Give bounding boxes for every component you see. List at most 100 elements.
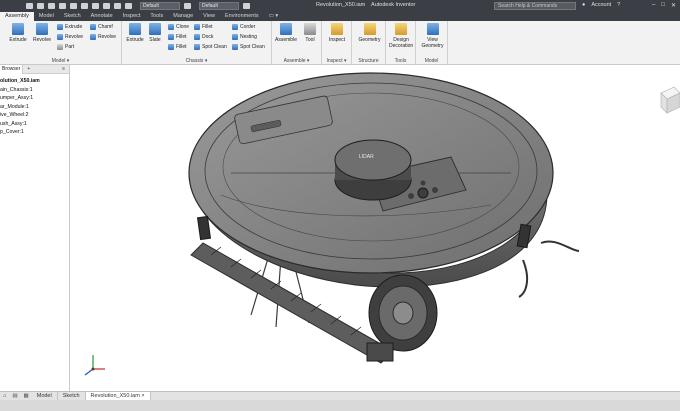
extrude-button[interactable]: Extrude bbox=[7, 23, 29, 43]
tab-tile-icon[interactable]: ▦ bbox=[21, 393, 32, 399]
revolve-button[interactable]: Revolve bbox=[31, 23, 53, 43]
extrude-small-icon bbox=[57, 23, 63, 30]
small-revolve-label: Revolve bbox=[65, 33, 84, 40]
tree-item[interactable]: ive_Wheel:2 bbox=[0, 111, 69, 120]
clone-label: Clone bbox=[176, 23, 190, 30]
spot-clean-label: Spot Clean bbox=[202, 43, 227, 50]
revolve-small-icon bbox=[57, 33, 63, 40]
inspect-button[interactable]: Inspect bbox=[326, 23, 348, 43]
tab-list-icon[interactable]: ▤ bbox=[9, 393, 20, 399]
home-tab-icon[interactable]: ⌂ bbox=[0, 393, 9, 399]
assemble-button[interactable]: Assemble bbox=[275, 23, 297, 43]
revolve2-button[interactable]: Revolve bbox=[90, 33, 116, 40]
home-icon[interactable] bbox=[81, 3, 88, 9]
assemble-icon bbox=[280, 23, 292, 35]
tool-icon bbox=[304, 23, 316, 35]
tab-options-icon[interactable]: ▭ ▾ bbox=[264, 12, 284, 21]
user-icon[interactable]: ● bbox=[582, 2, 585, 8]
add-tab-icon[interactable]: + bbox=[23, 66, 34, 72]
update-icon[interactable] bbox=[125, 3, 132, 9]
nesting-button[interactable]: Nesting bbox=[232, 33, 257, 40]
fillet2-button[interactable]: Fillet bbox=[168, 43, 187, 50]
redo-icon[interactable] bbox=[70, 3, 77, 9]
inspect-label: Inspect bbox=[328, 37, 346, 43]
appearance-icon[interactable] bbox=[184, 3, 191, 9]
browser-tab[interactable]: Browser bbox=[0, 64, 24, 74]
tree-item[interactable]: ain_Chassis:1 bbox=[0, 86, 69, 95]
tab-tools[interactable]: Tools bbox=[145, 12, 168, 21]
save-icon[interactable] bbox=[48, 3, 55, 9]
spot-clean-button[interactable]: Spot Clean bbox=[194, 43, 227, 50]
revolve2-icon bbox=[90, 33, 96, 40]
fillet-button[interactable]: Fillet bbox=[168, 33, 187, 40]
chamfer-button[interactable]: Chamf bbox=[90, 23, 113, 30]
tree-item[interactable]: p_Cover:1 bbox=[0, 128, 69, 137]
minimize-icon[interactable]: – bbox=[652, 2, 655, 9]
viewcube[interactable] bbox=[660, 86, 680, 114]
spot-clean2-button[interactable]: Spot Clean bbox=[232, 43, 265, 50]
new-icon[interactable] bbox=[26, 3, 33, 9]
open-icon[interactable] bbox=[37, 3, 44, 9]
quick-access-toolbar: Default Default bbox=[0, 2, 250, 10]
small-revolve-button[interactable]: Revolve bbox=[57, 33, 83, 40]
slate-button[interactable]: Slate bbox=[144, 23, 166, 43]
print-icon[interactable] bbox=[103, 3, 110, 9]
small-extrude-button[interactable]: Extrude bbox=[57, 23, 82, 30]
robot-vacuum-model: LIDAR bbox=[84, 72, 680, 376]
drive-wheel bbox=[366, 274, 438, 362]
color-wheel-icon[interactable] bbox=[243, 3, 250, 9]
extrude-icon bbox=[12, 23, 24, 35]
tab-sketch[interactable]: Sketch bbox=[59, 12, 86, 21]
tab-assembly[interactable]: Assembly bbox=[0, 12, 34, 21]
geometry-button[interactable]: Geometry bbox=[357, 23, 382, 43]
panel-model-label: Model ▾ bbox=[51, 58, 70, 64]
account-label[interactable]: Account bbox=[591, 2, 611, 8]
tool-button[interactable]: Tool bbox=[299, 23, 321, 43]
tree-item-root[interactable]: olution_X50.iam bbox=[0, 77, 69, 86]
window-controls: – □ ✕ bbox=[652, 2, 676, 9]
product-name: Autodesk Inventor bbox=[371, 2, 416, 8]
slate-icon bbox=[149, 23, 161, 35]
nesting-label: Nesting bbox=[240, 33, 257, 40]
clone-icon bbox=[168, 23, 174, 30]
part-button[interactable]: Part bbox=[57, 43, 74, 50]
tool-label: Tool bbox=[305, 37, 315, 43]
graphics-viewport[interactable]: LIDAR bbox=[71, 65, 680, 391]
close-icon[interactable]: ✕ bbox=[671, 2, 676, 9]
extrude2-button[interactable]: Extrude bbox=[124, 23, 146, 43]
browser-menu-icon[interactable]: ≡ bbox=[62, 66, 69, 72]
maximize-icon[interactable]: □ bbox=[661, 2, 665, 9]
tab-environments[interactable]: Environments bbox=[220, 12, 264, 21]
close-doc-icon[interactable]: × bbox=[141, 393, 144, 399]
ribbon-tabs: Assembly Model Sketch Annotate Inspect T… bbox=[0, 12, 680, 21]
fillet3-button[interactable]: Fillet bbox=[194, 23, 213, 30]
status-bar bbox=[0, 400, 680, 411]
tree-item[interactable]: ar_Module:1 bbox=[0, 103, 69, 112]
appearance-dropdown[interactable]: Default bbox=[199, 2, 239, 10]
tab-annotate[interactable]: Annotate bbox=[86, 12, 118, 21]
undo-icon[interactable] bbox=[59, 3, 66, 9]
tab-inspect[interactable]: Inspect bbox=[118, 12, 146, 21]
help-search-input[interactable]: Search Help & Commands bbox=[494, 2, 576, 10]
tab-model[interactable]: Model bbox=[34, 12, 59, 21]
material-dropdown[interactable]: Default bbox=[140, 2, 180, 10]
select-icon[interactable] bbox=[92, 3, 99, 9]
extrude-label: Extrude bbox=[9, 37, 27, 43]
dock-button[interactable]: Dock bbox=[194, 33, 213, 40]
tab-view[interactable]: View bbox=[198, 12, 220, 21]
measure-icon[interactable] bbox=[114, 3, 121, 9]
clone-button[interactable]: Clone bbox=[168, 23, 189, 30]
tree-item[interactable]: ush_Assy:1 bbox=[0, 120, 69, 129]
axis-triad bbox=[84, 355, 105, 376]
extrude2-label: Extrude bbox=[126, 37, 144, 43]
tab-manage[interactable]: Manage bbox=[168, 12, 198, 21]
ribbon: Extrude Revolve Extrude Revolve Part Cha… bbox=[0, 21, 680, 65]
corner-button[interactable]: Corder bbox=[232, 23, 255, 30]
design-decoration-button[interactable]: Design Decoration bbox=[389, 23, 413, 49]
view-geometry-button[interactable]: View Geometry bbox=[420, 23, 445, 49]
panel-tools: Design Decoration Tools bbox=[386, 21, 416, 65]
model-browser: Browser + ≡ olution_X50.iam ain_Chassis:… bbox=[0, 64, 70, 391]
panel-assemble: Assemble Tool Assemble ▾ bbox=[272, 21, 322, 65]
tree-item[interactable]: umper_Assy:1 bbox=[0, 94, 69, 103]
help-icon[interactable]: ? bbox=[617, 2, 620, 8]
